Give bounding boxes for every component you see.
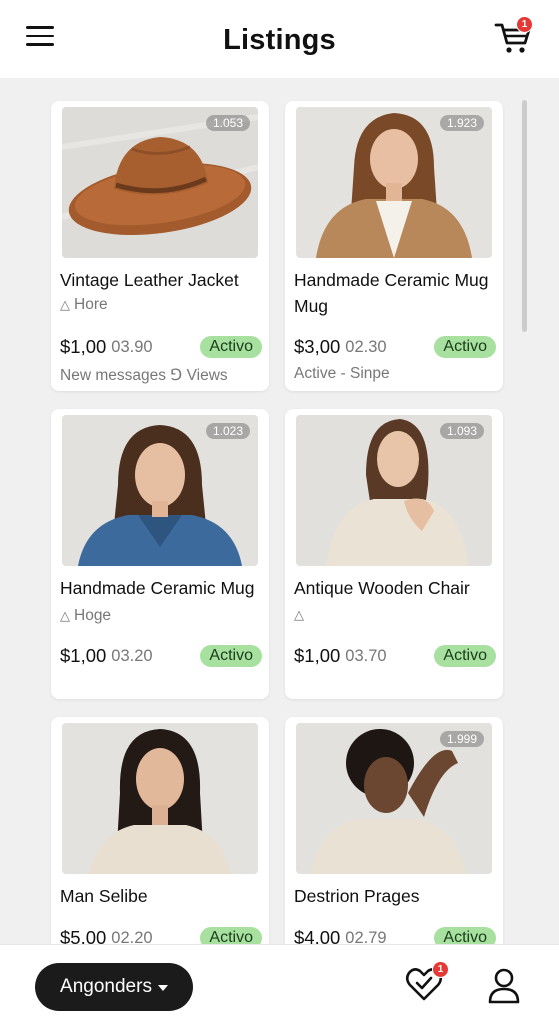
listing-old-price: 02.79 (345, 928, 387, 945)
listing-card[interactable]: 1.023 Handmade Ceramic Mug △ Hoge $1,00 … (51, 409, 269, 699)
status-badge: Activo (200, 645, 262, 667)
drop-icon: △ (60, 608, 70, 623)
listing-title: Handmade Ceramic Mug Mug (294, 270, 489, 316)
listing-price: $5,00 (60, 927, 107, 944)
listing-old-price: 03.20 (111, 646, 153, 665)
page-title: Listings (223, 23, 336, 56)
favorites-count-badge: 1 (432, 961, 449, 978)
price-row: $1,00 03.70 Activo (294, 645, 496, 667)
listing-price: $1,00 (60, 645, 107, 666)
listing-title: Man Selibe (60, 886, 148, 906)
listing-footer: Active - Sinpe (294, 365, 390, 382)
listing-location: △ Hore (60, 296, 108, 313)
user-icon (488, 968, 520, 1004)
price-row: $3,00 02.30 Activo (294, 336, 496, 358)
favorites-button[interactable]: 1 (404, 961, 449, 1005)
status-badge: Activo (200, 927, 262, 944)
filter-dropdown-label: Angonders (60, 976, 152, 997)
view-count: 1.023 (205, 423, 250, 439)
cart-count-badge: 1 (516, 16, 533, 33)
listing-price: $1,00 (60, 336, 107, 357)
listings-grid: 1.053 Vintage Leather Jacket △ Hore $1,0… (0, 78, 559, 944)
listing-old-price: 03.70 (345, 646, 387, 665)
listing-image-sweater: 1.093 (296, 415, 492, 566)
app-header: Listings 1 (0, 0, 559, 78)
price-row: $5,00 02.20 Activo (60, 927, 262, 944)
listing-card[interactable]: 1.093 Antique Wooden Chair △ $1,00 03.70… (285, 409, 503, 699)
listing-price: $1,00 (294, 645, 341, 666)
listing-title: Antique Wooden Chair (294, 578, 470, 598)
caret-down-icon (157, 985, 168, 991)
listing-footer: New messages ⅁ Views (60, 367, 228, 384)
listing-title: Destrion Prages (294, 886, 420, 906)
drop-icon: △ (294, 607, 304, 622)
profile-button[interactable] (486, 967, 522, 1005)
listing-price: $3,00 (294, 336, 341, 357)
listing-image-hat: 1.053 (62, 107, 258, 258)
listing-image-curly-hair: 1.999 (296, 723, 492, 874)
cart-button[interactable]: 1 (492, 16, 533, 56)
listing-location: △ Hoge (60, 607, 112, 624)
price-row: $1,00 03.20 Activo (60, 645, 262, 667)
view-count: 1.999 (439, 731, 484, 747)
listing-card[interactable]: 1.923 Handmade Ceramic Mug Mug $3,00 02.… (285, 101, 503, 391)
price-row: $4.00 02.79 Activo (294, 927, 496, 944)
status-badge: Activo (434, 336, 496, 358)
listing-title: Handmade Ceramic Mug (60, 578, 255, 598)
price-row: $1,00 03.90 Activo (60, 336, 262, 358)
bottom-bar: Angonders 1 (0, 944, 559, 1024)
view-count: 1.053 (205, 115, 250, 131)
status-badge: Activo (434, 645, 496, 667)
listing-title: Vintage Leather Jacket (60, 270, 239, 290)
listing-card[interactable]: 1.999 Destrion Prages $4.00 02.79 Activo (285, 717, 503, 944)
menu-icon[interactable] (26, 24, 54, 48)
listing-location: △ (294, 607, 304, 623)
drop-icon: △ (60, 297, 70, 312)
listing-price: $4.00 (294, 927, 341, 944)
view-count: 1.093 (439, 423, 484, 439)
status-badge: Activo (200, 336, 262, 358)
listing-card[interactable]: 1.053 Vintage Leather Jacket △ Hore $1,0… (51, 101, 269, 391)
listing-old-price: 02.30 (345, 337, 387, 356)
filter-dropdown[interactable]: Angonders (35, 963, 193, 1011)
listing-image-denim: 1.023 (62, 415, 258, 566)
listing-old-price: 02.20 (111, 928, 153, 945)
listing-old-price: 03.90 (111, 337, 153, 356)
listing-image-knit (62, 723, 258, 874)
listing-card[interactable]: Man Selibe $5,00 02.20 Activo (51, 717, 269, 944)
view-count: 1.923 (439, 115, 484, 131)
listing-image-woman-coat: 1.923 (296, 107, 492, 258)
status-badge: Activo (434, 927, 496, 944)
scrollbar[interactable] (522, 100, 527, 332)
